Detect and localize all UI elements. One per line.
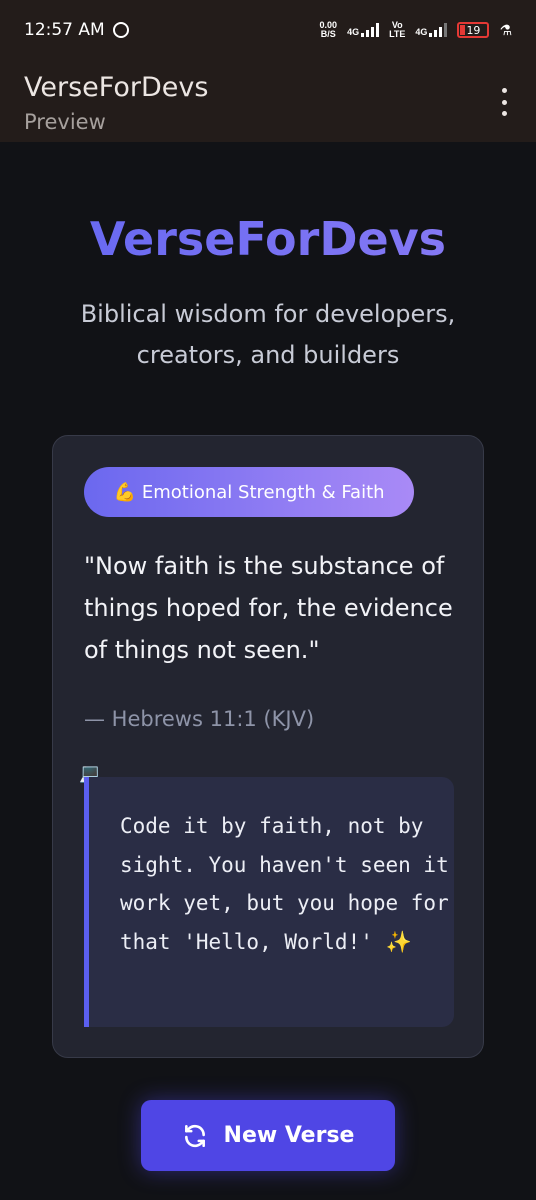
app-title: VerseForDevs <box>24 72 209 103</box>
status-indicators: 0.00 B/S 4G Vo LTE 4G 19 ⚗ <box>320 21 512 39</box>
hero-title: VerseForDevs <box>0 212 536 266</box>
network-type-2: 4G <box>415 27 428 37</box>
volte-indicator: Vo LTE <box>389 21 405 39</box>
category-badge: 💪 Emotional Strength & Faith <box>84 467 414 517</box>
new-verse-label: New Verse <box>223 1123 355 1148</box>
new-verse-button[interactable]: New Verse <box>141 1100 395 1171</box>
dev-note-block: Code it by faith, not by sight. You have… <box>84 777 454 1027</box>
dev-note-text: Code it by faith, not by sight. You have… <box>120 814 449 954</box>
flask-icon: ⚗ <box>499 21 512 38</box>
main-content: VerseForDevs Biblical wisdom for develop… <box>0 142 536 1200</box>
network-speed-unit: B/S <box>320 29 336 39</box>
signal-bars-icon <box>429 23 448 37</box>
app-subtitle: Preview <box>24 110 106 134</box>
signal-1: 4G <box>347 23 380 37</box>
app-bar: VerseForDevs Preview <box>0 60 536 142</box>
battery-icon: 19 <box>457 22 490 38</box>
verse-card: 💪 Emotional Strength & Faith "Now faith … <box>52 435 484 1058</box>
volte-line-2: LTE <box>389 29 406 39</box>
status-time: 12:57 AM <box>24 20 105 40</box>
category-label: Emotional Strength & Faith <box>141 481 385 503</box>
muscle-icon: 💪 <box>113 481 136 503</box>
verse-text: "Now faith is the substance of things ho… <box>84 552 453 664</box>
status-bar: 12:57 AM 0.00 B/S 4G Vo LTE 4G 19 ⚗ <box>0 0 536 60</box>
more-vert-icon[interactable] <box>494 88 514 116</box>
signal-2: 4G <box>415 23 448 37</box>
refresh-icon <box>184 1124 205 1147</box>
battery-level: 19 <box>466 23 481 37</box>
signal-bars-icon <box>361 23 380 37</box>
network-speed: 0.00 B/S <box>320 21 338 39</box>
verse-reference: — Hebrews 11:1 (KJV) <box>84 707 315 731</box>
hero-subtitle: Biblical wisdom for developers, creators… <box>80 300 456 369</box>
network-type-1: 4G <box>347 27 360 37</box>
whatsapp-icon <box>112 22 129 38</box>
